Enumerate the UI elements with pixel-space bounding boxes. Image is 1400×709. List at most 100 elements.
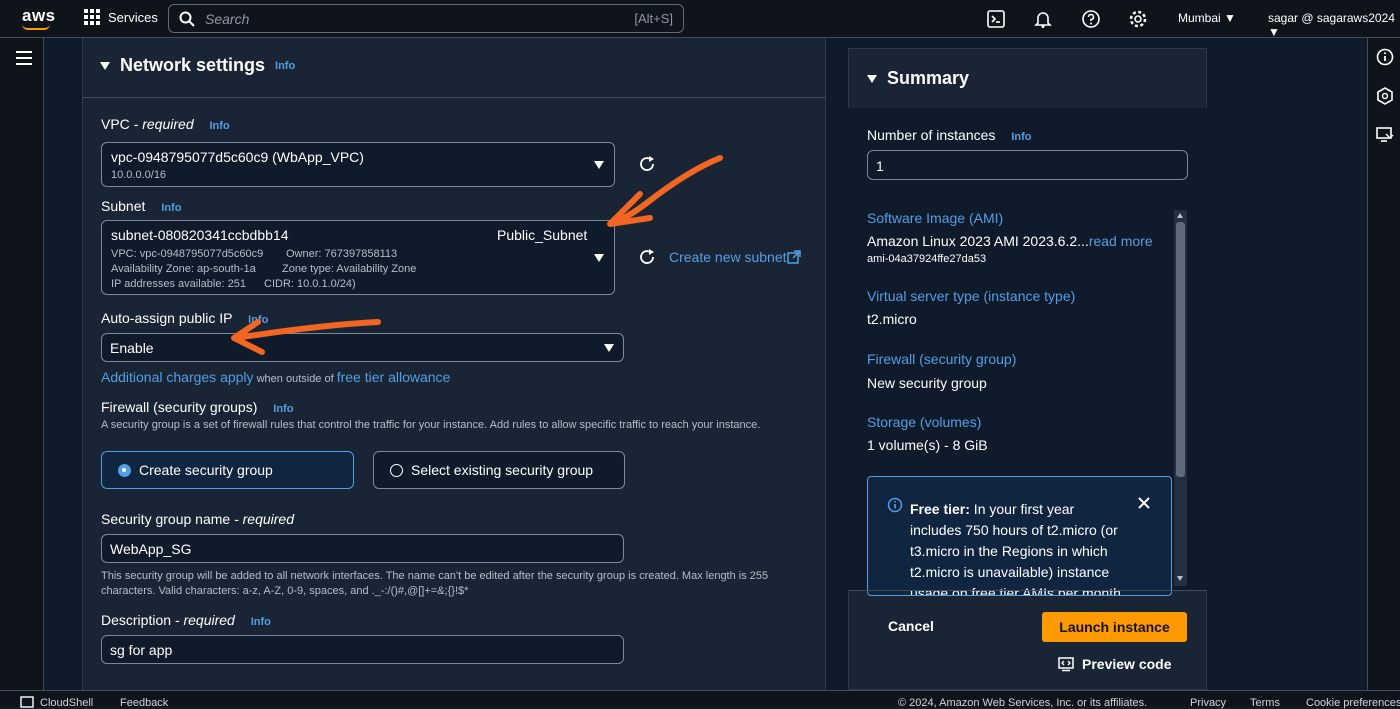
info-circle-icon <box>887 497 903 513</box>
subnet-select[interactable]: subnet-080820341ccbdbb14 Public_Subnet V… <box>101 220 615 295</box>
external-link-icon <box>787 250 801 264</box>
services-label: Services <box>108 9 158 25</box>
free-tier-allowance-link[interactable]: free tier allowance <box>337 369 451 385</box>
preview-code-label: Preview code <box>1082 656 1172 672</box>
desc-label-text: Description <box>101 612 172 628</box>
refresh-subnet-icon[interactable] <box>638 248 656 266</box>
launch-instance-button[interactable]: Launch instance <box>1042 612 1187 642</box>
preview-code-button[interactable]: Preview code <box>1058 656 1172 672</box>
additional-charges-link[interactable]: Additional charges apply <box>101 369 254 385</box>
settings-gear-icon[interactable] <box>1128 9 1148 29</box>
help-icon[interactable] <box>1081 9 1101 29</box>
chevron-down-icon <box>594 254 604 262</box>
radio-selected-icon <box>118 463 131 477</box>
aws-logo-smile <box>22 24 50 30</box>
notifications-bell-icon[interactable] <box>1033 9 1053 29</box>
info-link[interactable]: Info <box>210 120 230 132</box>
radio-create-label: Create security group <box>139 462 273 478</box>
cookie-preferences-link[interactable]: Cookie preferences <box>1306 697 1400 709</box>
firewall-label-text: Firewall (security groups) <box>101 399 258 415</box>
cloudshell-link[interactable]: CloudShell <box>40 697 93 709</box>
create-security-group-radio[interactable]: Create security group <box>101 451 354 489</box>
search-box[interactable]: [Alt+S] <box>168 4 684 33</box>
search-input[interactable] <box>205 10 625 27</box>
subnet-owner: Owner: 767397858113 <box>286 248 398 260</box>
privacy-link[interactable]: Privacy <box>1190 697 1226 709</box>
storage-link[interactable]: Storage (volumes) <box>867 414 981 430</box>
subnet-label-text: Subnet <box>101 198 146 214</box>
vpc-label: VPC - required Info <box>101 116 230 132</box>
grid-icon <box>84 9 100 25</box>
services-menu-button[interactable]: Services <box>84 9 158 25</box>
divider <box>82 97 826 98</box>
aws-logo[interactable]: aws <box>22 6 56 26</box>
firewall-description: A security group is a set of firewall ru… <box>101 419 761 431</box>
right-tools-rail <box>1367 38 1400 690</box>
info-link[interactable]: Info <box>1011 131 1031 143</box>
desc-value: sg for app <box>110 642 173 658</box>
network-settings-header[interactable]: Network settings Info <box>100 55 295 76</box>
screen-share-icon[interactable] <box>1376 126 1394 144</box>
free-tier-text: Free tier: In your first year includes 7… <box>910 499 1128 595</box>
radio-unselected-icon <box>390 463 403 477</box>
user-label: sagar @ sagaraws2024 <box>1268 11 1395 25</box>
summary-header[interactable]: Summary <box>867 68 969 89</box>
cancel-button[interactable]: Cancel <box>888 618 934 634</box>
hexagon-icon[interactable] <box>1376 87 1394 105</box>
info-panel-icon[interactable] <box>1376 48 1394 66</box>
scroll-down-icon[interactable] <box>1177 576 1183 581</box>
vpc-select[interactable]: vpc-0948795077d5c60c9 (WbApp_VPC) 10.0.0… <box>101 142 615 187</box>
cloudshell-icon[interactable] <box>986 9 1006 29</box>
ami-link[interactable]: Software Image (AMI) <box>867 210 1003 226</box>
feedback-link[interactable]: Feedback <box>120 697 168 709</box>
info-link[interactable]: Info <box>251 616 271 628</box>
create-new-subnet-link[interactable]: Create new subnet <box>669 249 787 265</box>
firewall-label: Firewall (security groups) Info <box>101 399 293 415</box>
info-link[interactable]: Info <box>275 60 295 72</box>
summary-scrollbar[interactable] <box>1174 210 1187 586</box>
auto-ip-value: Enable <box>110 340 154 356</box>
instances-label-text: Number of instances <box>867 127 996 143</box>
subnet-vpc: VPC: vpc-0948795077d5c60c9 <box>111 248 264 260</box>
instances-value: 1 <box>876 158 884 174</box>
charges-note: Additional charges apply when outside of… <box>101 369 450 385</box>
required-text: - required <box>230 511 294 527</box>
sg-name-label-text: Security group name <box>101 511 231 527</box>
free-tier-alert: Free tier: In your first year includes 7… <box>867 476 1172 596</box>
region-label: Mumbai <box>1178 11 1221 25</box>
close-icon[interactable] <box>1137 496 1151 510</box>
annotation-arrow-auto-ip <box>231 319 381 355</box>
scroll-up-icon[interactable] <box>1177 213 1183 218</box>
number-of-instances-input[interactable]: 1 <box>867 150 1188 180</box>
firewall-link[interactable]: Firewall (security group) <box>867 351 1016 367</box>
description-input[interactable]: sg for app <box>101 635 624 664</box>
subnet-ips: IP addresses available: 251 <box>111 278 246 290</box>
charges-text: when outside of <box>253 373 337 385</box>
divider <box>848 590 1207 591</box>
section-title: Network settings <box>120 55 266 75</box>
radio-existing-label: Select existing security group <box>411 462 594 478</box>
info-link[interactable]: Info <box>161 202 181 214</box>
account-menu[interactable]: sagar @ sagaraws2024 ▼ <box>1268 11 1400 39</box>
chevron-down-icon: ▼ <box>1268 25 1280 39</box>
ami-id: ami-04a37924ffe27da53 <box>867 253 987 265</box>
storage-value: 1 volume(s) - 8 GiB <box>867 437 988 453</box>
subnet-id: subnet-080820341ccbdbb14 <box>111 227 289 243</box>
scrollbar-thumb[interactable] <box>1176 222 1185 477</box>
hamburger-menu-icon[interactable] <box>16 51 32 65</box>
subnet-cidr: CIDR: 10.0.1.0/24) <box>264 278 356 290</box>
region-selector[interactable]: Mumbai ▼ <box>1178 11 1236 25</box>
sg-name-input[interactable]: WebApp_SG <box>101 534 624 563</box>
subnet-label: Subnet Info <box>101 198 181 214</box>
info-link[interactable]: Info <box>273 403 293 415</box>
caret-down-icon <box>867 74 877 83</box>
left-navigation-rail <box>0 38 44 690</box>
select-existing-security-group-radio[interactable]: Select existing security group <box>373 451 625 489</box>
read-more-link[interactable]: read more <box>1089 233 1153 249</box>
instance-type-link[interactable]: Virtual server type (instance type) <box>867 288 1075 304</box>
ami-value-row: Amazon Linux 2023 AMI 2023.6.2...read mo… <box>867 233 1153 249</box>
terms-link[interactable]: Terms <box>1250 697 1280 709</box>
instance-type-value: t2.micro <box>867 311 917 327</box>
firewall-value: New security group <box>867 375 987 391</box>
summary-title: Summary <box>887 68 970 88</box>
